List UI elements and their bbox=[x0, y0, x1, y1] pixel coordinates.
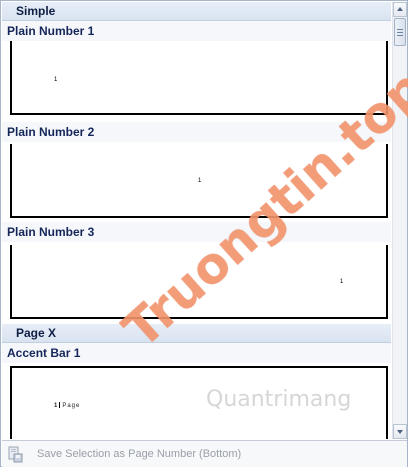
gallery-item-label-plain-number-1[interactable]: Plain Number 1 bbox=[2, 21, 391, 41]
save-selection-label: Save Selection as Page Number (Bottom) bbox=[37, 448, 242, 460]
gallery-item-plain-number-1[interactable]: 1 bbox=[10, 41, 388, 115]
section-header-simple: Simple bbox=[2, 2, 391, 21]
gallery-item-label-accent-bar-1[interactable]: Accent Bar 1 bbox=[2, 343, 391, 363]
page-number-preview: 1 bbox=[54, 403, 58, 409]
section-header-page-x: Page X bbox=[2, 324, 391, 343]
scroll-up-button[interactable] bbox=[393, 2, 407, 17]
grip-line bbox=[397, 29, 403, 30]
scroll-down-button[interactable] bbox=[393, 424, 407, 439]
accent-bar-divider bbox=[59, 402, 61, 408]
chevron-down-icon bbox=[397, 430, 403, 434]
gallery-footer: Save Selection as Page Number (Bottom) bbox=[2, 440, 407, 467]
page-number-gallery: Simple Plain Number 1 1 Plain Number 2 1… bbox=[0, 0, 408, 467]
save-selection-command[interactable]: Save Selection as Page Number (Bottom) bbox=[6, 445, 346, 465]
grip-line bbox=[397, 35, 403, 36]
page-word-preview: Page bbox=[62, 403, 81, 409]
vertical-scrollbar[interactable] bbox=[392, 2, 407, 439]
chevron-up-icon bbox=[397, 7, 403, 11]
scrollbar-thumb[interactable] bbox=[394, 18, 406, 46]
gallery-item-plain-number-2[interactable]: 1 bbox=[10, 144, 388, 218]
grip-line bbox=[397, 32, 403, 33]
accent-bar-preview: 1 Page bbox=[54, 402, 80, 409]
page-number-preview: 1 bbox=[198, 178, 202, 184]
page-number-preview: 1 bbox=[54, 77, 58, 83]
gallery-item-label-plain-number-2[interactable]: Plain Number 2 bbox=[2, 122, 391, 142]
gallery-item-accent-bar-1[interactable]: 1 Page bbox=[10, 366, 388, 439]
save-page-icon bbox=[8, 446, 23, 463]
gallery-item-label-plain-number-3[interactable]: Plain Number 3 bbox=[2, 222, 391, 242]
page-number-preview: 1 bbox=[340, 279, 344, 285]
gallery-scroll-area: Simple Plain Number 1 1 Plain Number 2 1… bbox=[2, 2, 391, 439]
gallery-item-plain-number-3[interactable]: 1 bbox=[10, 245, 388, 319]
